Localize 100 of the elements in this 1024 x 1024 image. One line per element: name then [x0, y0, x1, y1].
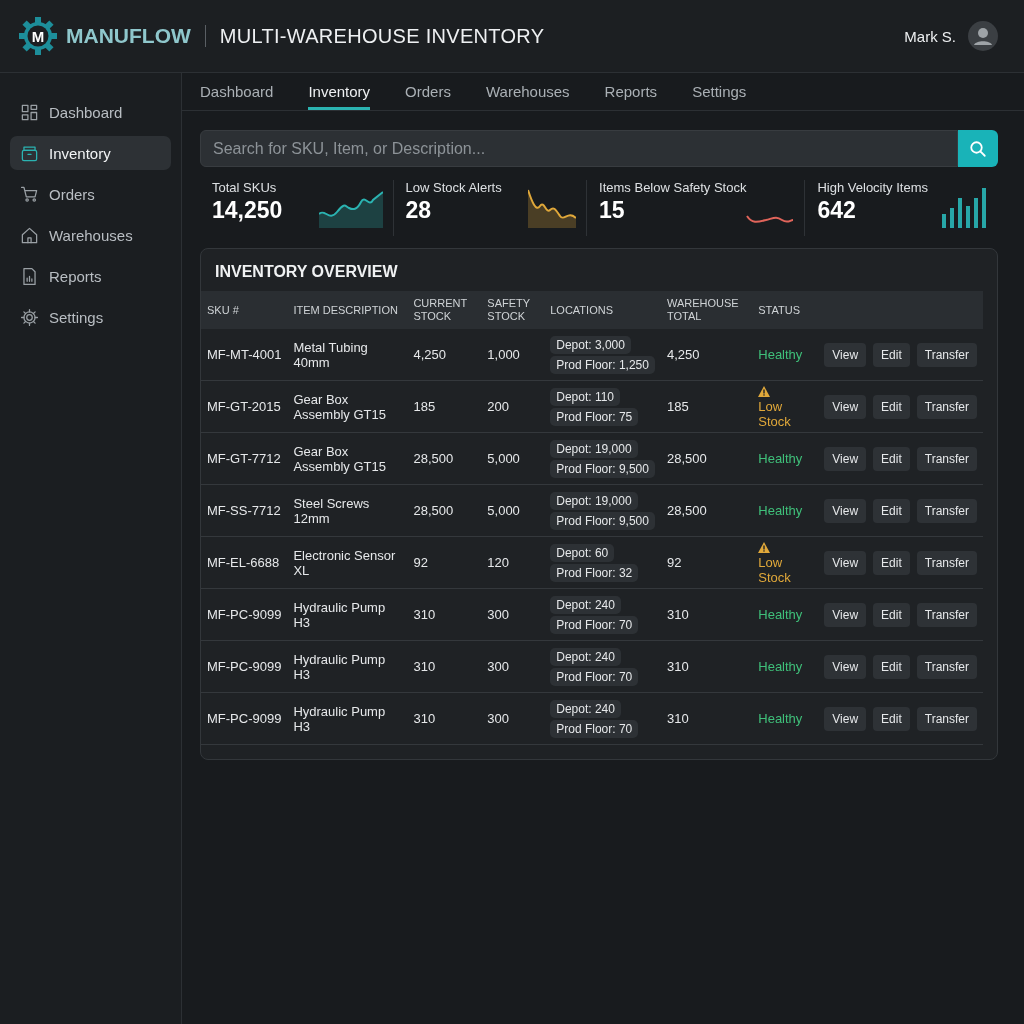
table-cell: Gear Box Assembly GT15: [287, 380, 408, 433]
action-button[interactable]: View: [824, 394, 867, 419]
location-tag: Depot: 19,000: [550, 491, 638, 510]
sidebar-item[interactable]: Orders: [10, 177, 171, 211]
table-cell: 28,500: [660, 484, 753, 537]
table-cell: 4,250: [660, 329, 753, 381]
status-text: Healthy: [758, 659, 803, 674]
stat-value: 642: [817, 197, 857, 224]
sidebar-item[interactable]: Warehouses: [10, 218, 171, 252]
action-button[interactable]: View: [824, 654, 867, 679]
search-field[interactable]: Search for SKU, Item, or Description...: [200, 130, 958, 167]
action-button[interactable]: Transfer: [916, 394, 977, 419]
table-cell: 310: [407, 692, 482, 745]
location-tag: Depot: 3,000: [550, 335, 631, 354]
sidebar-item[interactable]: Reports: [10, 259, 171, 293]
table-cell: 310: [407, 640, 482, 693]
action-button[interactable]: Transfer: [916, 654, 977, 679]
table-cell: Steel Screws 12mm: [287, 484, 408, 537]
action-button[interactable]: Transfer: [916, 550, 977, 575]
bar-sparkline: [940, 188, 988, 228]
table-cell: Hydraulic Pump H3: [287, 588, 408, 641]
table-cell: Hydraulic Pump H3: [287, 692, 408, 745]
status-text: Healthy: [758, 347, 803, 362]
status-text: Low Stock: [758, 555, 792, 585]
table-cell: MF-GT-2015: [201, 380, 288, 433]
search-button[interactable]: [958, 130, 998, 167]
location-tag: Prod Floor: 1,250: [550, 355, 655, 374]
house-icon: [20, 225, 39, 245]
nav-tab[interactable]: Reports: [604, 73, 658, 110]
nav-tab[interactable]: Orders: [405, 73, 451, 110]
location-tag: Prod Floor: 9,500: [550, 459, 655, 478]
nav-tab[interactable]: Settings: [692, 73, 747, 110]
brand-name: MANUFLOW: [66, 24, 191, 48]
location-tag: Depot: 19,000: [550, 439, 638, 458]
nav-tab[interactable]: Warehouses: [485, 73, 570, 110]
table-cell: Electronic Sensor XL: [287, 536, 408, 589]
action-button[interactable]: View: [824, 602, 867, 627]
table-cell: 200: [481, 380, 545, 433]
avatar-icon[interactable]: [968, 21, 998, 51]
table-cell: 28,500: [407, 484, 482, 537]
nav-tab[interactable]: Dashboard: [200, 73, 274, 110]
table-cell: 185: [660, 380, 753, 433]
action-button[interactable]: Edit: [873, 342, 910, 367]
table-cell: MF-PC-9099: [201, 640, 288, 693]
action-button[interactable]: View: [824, 550, 867, 575]
action-button[interactable]: Edit: [873, 550, 910, 575]
table-cell: 310: [660, 692, 753, 745]
table-cell: MF-SS-7712: [201, 484, 288, 537]
action-button[interactable]: View: [824, 706, 867, 731]
status-text: Healthy: [758, 503, 803, 518]
table-cell: Metal Tubing 40mm: [287, 329, 408, 381]
sidebar-item[interactable]: Settings: [10, 300, 171, 334]
table-cell: 92: [407, 536, 482, 589]
sparkline: [528, 188, 577, 228]
action-button[interactable]: Transfer: [916, 342, 977, 367]
column-header: LOCATIONS: [544, 291, 661, 329]
action-button[interactable]: View: [824, 498, 867, 523]
sidebar-item[interactable]: Dashboard: [10, 95, 171, 129]
stat-label: Items Below Safety Stock: [599, 180, 747, 195]
stat-value: 28: [405, 197, 433, 224]
action-button[interactable]: View: [824, 342, 867, 367]
action-button[interactable]: Transfer: [916, 602, 977, 627]
action-button[interactable]: View: [824, 446, 867, 471]
location-tag: Depot: 240: [550, 647, 621, 666]
sparkline: [318, 188, 383, 228]
action-button[interactable]: Transfer: [916, 446, 977, 471]
action-button[interactable]: Edit: [873, 654, 910, 679]
action-button[interactable]: Edit: [873, 498, 910, 523]
table-cell: MF-GT-7712: [201, 432, 288, 485]
table-cell: MF-MT-4001: [201, 329, 288, 381]
column-header: STATUS: [752, 291, 983, 329]
nav-tab[interactable]: Inventory: [308, 73, 371, 110]
action-button[interactable]: Edit: [873, 446, 910, 471]
location-tag: Prod Floor: 70: [550, 615, 639, 634]
card-title: INVENTORY OVERVIEW: [214, 262, 399, 282]
status-text: Healthy: [758, 607, 803, 622]
table-cell: Hydraulic Pump H3: [287, 640, 408, 693]
sidebar-item[interactable]: Inventory: [10, 136, 171, 170]
table-cell: 310: [407, 588, 482, 641]
location-tag: Depot: 60: [550, 543, 615, 562]
location-tag: Prod Floor: 75: [550, 407, 639, 426]
action-button[interactable]: Edit: [873, 394, 910, 419]
page-title: MULTI-WAREHOUSE INVENTORY: [219, 24, 545, 48]
table-cell: 28,500: [407, 432, 482, 485]
status-text: Healthy: [758, 451, 803, 466]
action-button[interactable]: Transfer: [916, 498, 977, 523]
action-button[interactable]: Edit: [873, 602, 910, 627]
location-tag: Prod Floor: 70: [550, 667, 639, 686]
column-header: SAFETY STOCK: [481, 291, 545, 329]
column-header: SKU #: [201, 291, 288, 329]
table-cell: MF-PC-9099: [201, 692, 288, 745]
table-cell: 4,250: [407, 329, 482, 381]
location-tag: Depot: 240: [550, 699, 621, 718]
table-cell: Gear Box Assembly GT15: [287, 432, 408, 485]
table-cell: 92: [660, 536, 753, 589]
stat-value: 15: [599, 197, 626, 224]
warning-icon: [758, 386, 771, 397]
action-button[interactable]: Edit: [873, 706, 910, 731]
action-button[interactable]: Transfer: [916, 706, 977, 731]
column-header: ITEM DESCRIPTION: [287, 291, 408, 329]
